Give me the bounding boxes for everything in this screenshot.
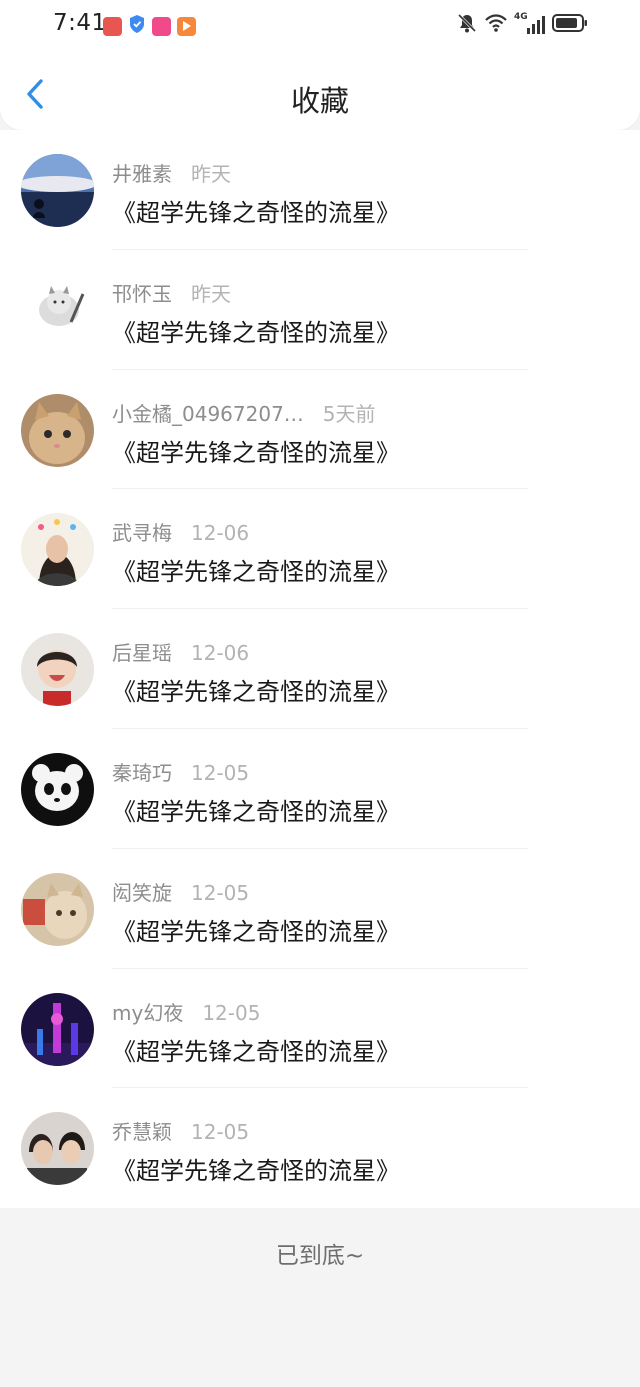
user-name: my幻夜 [112,1000,184,1025]
item-title: 《超学先锋之奇怪的流星》 [112,797,400,826]
avatar[interactable] [21,872,94,946]
item-date: 12-06 [191,641,250,666]
list-item[interactable]: my幻夜 12-05 《超学先锋之奇怪的流星》 [0,969,640,1089]
list-item[interactable]: 秦琦巧 12-05 《超学先锋之奇怪的流星》 [0,729,640,849]
status-bar: 7:41 4G [0,0,640,50]
avatar[interactable] [21,393,94,467]
item-meta: 后星瑶 12-06 [112,637,249,666]
user-name: 小金橘_04967207… [112,401,304,426]
item-title: 《超学先锋之奇怪的流星》 [112,558,400,587]
item-date: 5天前 [322,401,376,426]
user-name: 乔慧颖 [112,1120,172,1145]
status-time: 7:41 [53,10,107,36]
status-indicators: 4G [456,12,588,38]
item-date: 昨天 [191,162,231,186]
item-date: 12-06 [191,521,250,546]
avatar[interactable] [21,513,94,587]
user-name: 武寻梅 [112,521,172,546]
battery-icon [552,13,588,37]
user-name: 秦琦巧 [112,760,172,785]
item-meta: my幻夜 12-05 [112,997,260,1026]
list-item[interactable]: 武寻梅 12-06 《超学先锋之奇怪的流星》 [0,489,640,609]
shield-app-icon [128,14,146,38]
item-date: 12-05 [202,1000,261,1025]
item-title: 《超学先锋之奇怪的流星》 [112,199,400,227]
avatar[interactable] [21,273,94,347]
app-notification-icon [103,16,122,36]
list-item[interactable]: 小金橘_04967207… 5天前 《超学先锋之奇怪的流星》 [0,370,640,490]
item-meta: 邗怀玉 昨天 [112,278,231,307]
page-title: 收藏 [290,84,349,118]
item-title: 《超学先锋之奇怪的流星》 [112,318,400,347]
bell-muted-icon [456,12,478,38]
user-name: 后星瑶 [112,641,172,666]
item-date: 12-05 [191,1120,250,1145]
page-header: 收藏 [0,50,640,130]
app-notification-icon [152,16,171,36]
avatar[interactable] [21,154,94,227]
item-meta: 武寻梅 12-06 [112,517,249,546]
list-item[interactable]: 邗怀玉 昨天 《超学先锋之奇怪的流星》 [0,250,640,370]
user-name: 邗怀玉 [112,281,172,306]
item-date: 12-05 [191,760,250,785]
list-item[interactable]: 乔慧颖 12-05 《超学先锋之奇怪的流星》 [0,1088,640,1208]
user-name: 井雅素 [112,162,172,186]
item-title: 《超学先锋之奇怪的流星》 [112,1157,400,1186]
user-name: 闳笑旋 [112,880,172,905]
item-meta: 闳笑旋 12-05 [112,877,249,906]
end-of-list-text: 已到底~ [275,1243,365,1269]
item-date: 12-05 [191,880,250,905]
list-item[interactable]: 井雅素 昨天 《超学先锋之奇怪的流星》 [0,130,640,250]
item-meta: 井雅素 昨天 [112,158,231,187]
item-title: 《超学先锋之奇怪的流星》 [112,1037,400,1066]
avatar[interactable] [21,752,94,826]
item-meta: 小金橘_04967207… 5天前 [112,398,376,427]
item-meta: 乔慧颖 12-05 [112,1116,249,1145]
list-item[interactable]: 闳笑旋 12-05 《超学先锋之奇怪的流星》 [0,849,640,969]
notification-app-icons [103,14,196,38]
cellular-signal-icon: 4G [514,12,546,36]
item-title: 《超学先锋之奇怪的流星》 [112,678,400,707]
avatar[interactable] [21,633,94,707]
play-app-icon [177,16,196,36]
wifi-icon [484,13,508,37]
list-item[interactable]: 后星瑶 12-06 《超学先锋之奇怪的流星》 [0,609,640,729]
item-title: 《超学先锋之奇怪的流星》 [112,917,400,946]
item-date: 昨天 [191,281,231,306]
avatar[interactable] [21,1112,94,1186]
avatar[interactable] [21,992,94,1066]
item-meta: 秦琦巧 12-05 [112,757,249,786]
item-title: 《超学先锋之奇怪的流星》 [112,438,400,467]
favorites-list: 井雅素 昨天 《超学先锋之奇怪的流星》 邗怀玉 昨天 《超学先锋之奇怪的流星》 [0,130,640,1209]
